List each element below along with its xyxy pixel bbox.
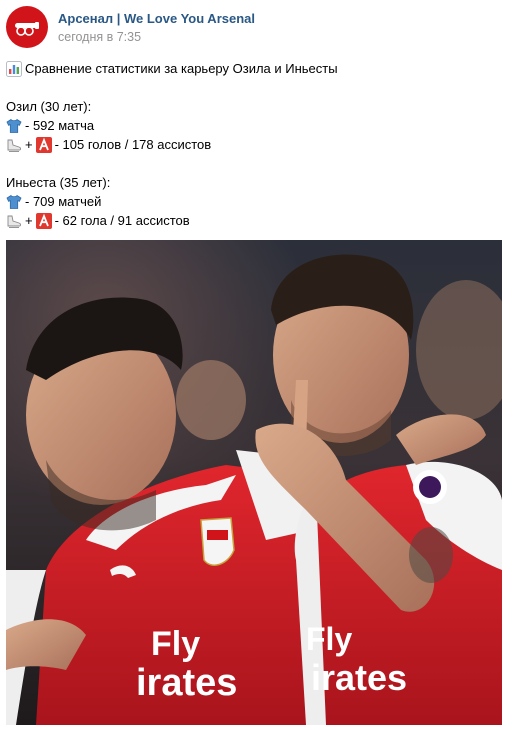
post-timestamp[interactable]: сегодня в 7:35 <box>58 30 141 44</box>
wall-post: Арсенал | We Love You Arsenal сегодня в … <box>0 0 514 730</box>
players-celebration-image: Fly irates Fly irates <box>6 240 502 725</box>
plus-sign: + <box>25 137 33 152</box>
player1-name-line: Озил (30 лет): <box>6 97 506 116</box>
post-photo[interactable]: Fly irates Fly irates <box>6 240 502 725</box>
svg-text:Fly: Fly <box>306 621 352 657</box>
post-text: Сравнение статистики за карьеру Озила и … <box>6 59 506 230</box>
community-name-link[interactable]: Арсенал | We Love You Arsenal <box>58 11 255 26</box>
post-header: Арсенал | We Love You Arsenal сегодня в … <box>6 6 506 50</box>
boot-icon <box>6 213 22 229</box>
a-letter-icon <box>35 212 52 229</box>
community-avatar[interactable] <box>6 6 48 48</box>
player2-goals-line: + - 62 гола / 91 ассистов <box>6 211 506 230</box>
player1-matches: - 592 матча <box>25 118 95 133</box>
plus-sign: + <box>25 213 33 228</box>
svg-text:irates: irates <box>136 662 237 704</box>
player2-name: Иньеста (35 лет): <box>6 175 111 190</box>
a-letter-icon <box>35 136 52 153</box>
player1-name: Озил (30 лет): <box>6 99 92 114</box>
player2-matches-line: - 709 матчей <box>6 192 506 211</box>
boot-icon <box>6 137 22 153</box>
svg-text:Fly: Fly <box>151 625 200 663</box>
player1-goals-assists: - 105 голов / 178 ассистов <box>54 137 212 152</box>
post-title-line: Сравнение статистики за карьеру Озила и … <box>6 59 506 78</box>
player2-goals-assists: - 62 гола / 91 ассистов <box>54 213 190 228</box>
shirt-icon <box>6 194 22 210</box>
post-title: Сравнение статистики за карьеру Озила и … <box>25 61 338 76</box>
svg-text:irates: irates <box>311 657 407 698</box>
cannon-icon <box>15 22 39 36</box>
shirt-icon <box>6 118 22 134</box>
player2-name-line: Иньеста (35 лет): <box>6 173 506 192</box>
player2-matches: - 709 матчей <box>25 194 102 209</box>
bar-chart-icon <box>6 60 22 77</box>
player1-goals-line: + - 105 голов / 178 ассистов <box>6 135 506 154</box>
player1-matches-line: - 592 матча <box>6 116 506 135</box>
